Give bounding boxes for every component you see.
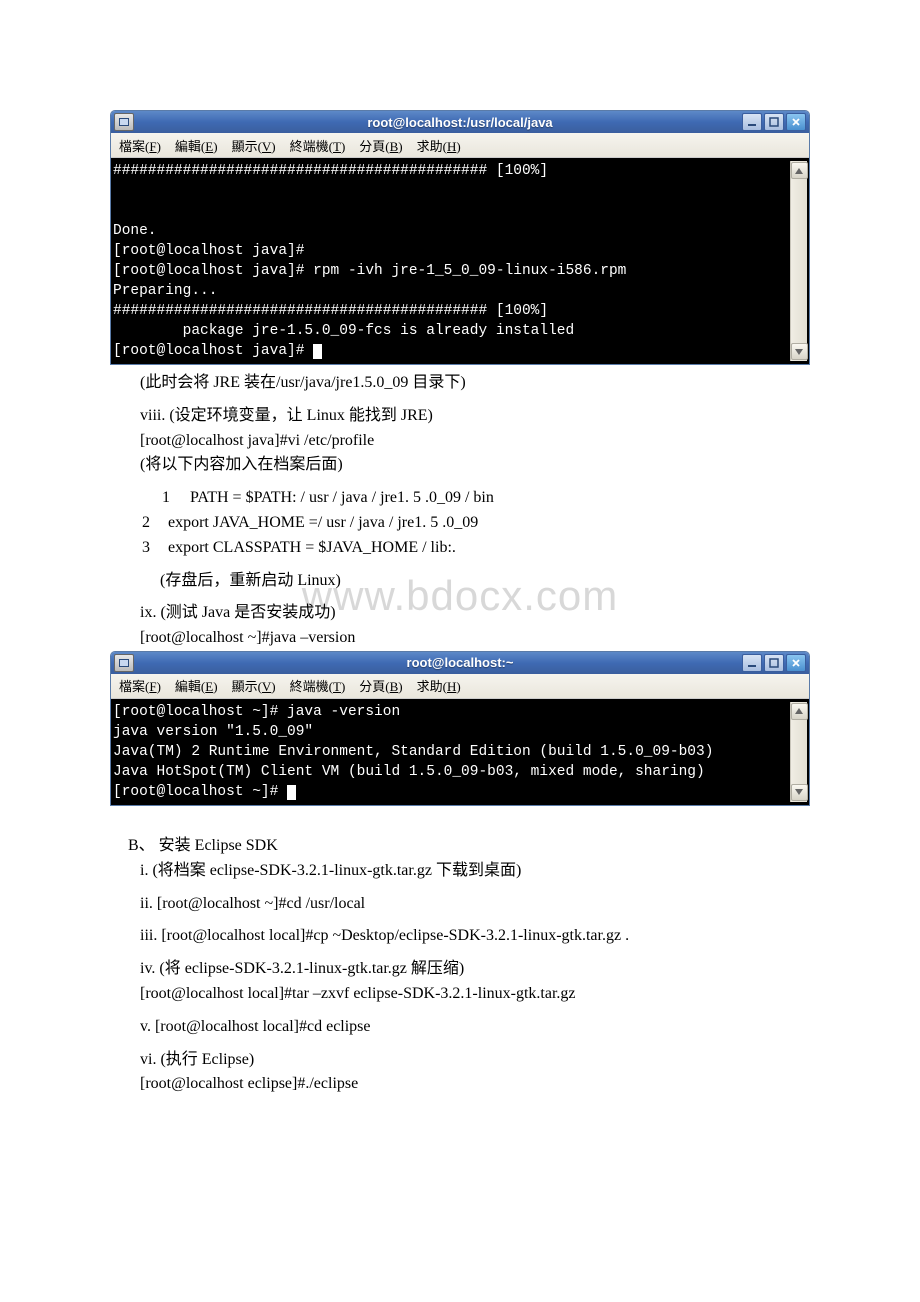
list-item: 3export CLASSPATH = $JAVA_HOME / lib:. (110, 536, 810, 561)
window-title: root@localhost:/usr/local/java (111, 115, 809, 130)
doc-line: [root@localhost ~]#java –version (140, 626, 810, 651)
menu-tabs[interactable]: 分頁(B) (359, 676, 402, 695)
scrollbar[interactable] (790, 161, 807, 361)
list-item: 1PATH = $PATH: / usr / java / jre1. 5 .0… (110, 486, 810, 511)
doc-line: [root@localhost java]#vi /etc/profile (140, 429, 810, 454)
doc-line: iii. [root@localhost local]#cp ~Desktop/… (140, 924, 810, 949)
minimize-button[interactable] (742, 654, 762, 672)
doc-line: ii. [root@localhost ~]#cd /usr/local (140, 892, 810, 917)
doc-line: [root@localhost eclipse]#./eclipse (140, 1072, 810, 1097)
menu-bar: 檔案(F) 編輯(E) 顯示(V) 終端機(T) 分頁(B) 求助(H) (111, 674, 809, 699)
maximize-button[interactable] (764, 113, 784, 131)
cursor (313, 344, 322, 359)
window-title: root@localhost:~ (111, 655, 809, 670)
scroll-down-icon[interactable] (791, 343, 808, 360)
doc-line: vi. (执行 Eclipse) (140, 1048, 810, 1073)
section-heading: B、 安装 Eclipse SDK (128, 834, 810, 859)
list-item: 2export JAVA_HOME =/ usr / java / jre1. … (110, 511, 810, 536)
menu-help[interactable]: 求助(H) (417, 676, 461, 695)
doc-line: (存盘后，重新启动 Linux) (160, 569, 810, 594)
window-icon (114, 113, 134, 131)
close-button[interactable] (786, 654, 806, 672)
menu-edit[interactable]: 編輯(E) (175, 136, 218, 155)
menu-edit[interactable]: 編輯(E) (175, 676, 218, 695)
title-bar[interactable]: root@localhost:~ (111, 652, 809, 674)
window-icon (114, 654, 134, 672)
menu-help[interactable]: 求助(H) (417, 136, 461, 155)
terminal-output[interactable]: ########################################… (111, 158, 809, 364)
scroll-up-icon[interactable] (791, 162, 808, 179)
menu-view[interactable]: 顯示(V) (232, 136, 276, 155)
terminal-window-2: root@localhost:~ 檔案(F) 編輯(E) 顯示(V) 終端機(T… (110, 651, 810, 806)
scroll-down-icon[interactable] (791, 784, 808, 801)
doc-line: ix. (测试 Java 是否安装成功) (140, 601, 810, 626)
doc-line: iv. (将 eclipse-SDK-3.2.1-linux-gtk.tar.g… (140, 957, 810, 982)
menu-file[interactable]: 檔案(F) (119, 136, 161, 155)
menu-file[interactable]: 檔案(F) (119, 676, 161, 695)
doc-line: viii. (设定环境变量，让 Linux 能找到 JRE) (140, 404, 810, 429)
doc-line: v. [root@localhost local]#cd eclipse (140, 1015, 810, 1040)
doc-line: i. (将档案 eclipse-SDK-3.2.1-linux-gtk.tar.… (140, 859, 810, 884)
terminal-window-1: root@localhost:/usr/local/java 檔案(F) 編輯(… (110, 110, 810, 365)
menu-terminal[interactable]: 終端機(T) (290, 676, 346, 695)
menu-bar: 檔案(F) 編輯(E) 顯示(V) 終端機(T) 分頁(B) 求助(H) (111, 133, 809, 158)
minimize-button[interactable] (742, 113, 762, 131)
title-bar[interactable]: root@localhost:/usr/local/java (111, 111, 809, 133)
cursor (287, 785, 296, 800)
close-button[interactable] (786, 113, 806, 131)
doc-line: (此时会将 JRE 装在/usr/java/jre1.5.0_09 目录下) (140, 371, 810, 396)
menu-tabs[interactable]: 分頁(B) (359, 136, 402, 155)
doc-line: [root@localhost local]#tar –zxvf eclipse… (140, 982, 810, 1007)
scrollbar[interactable] (790, 702, 807, 802)
scroll-up-icon[interactable] (791, 703, 808, 720)
terminal-output[interactable]: [root@localhost ~]# java -version java v… (111, 699, 809, 805)
menu-view[interactable]: 顯示(V) (232, 676, 276, 695)
doc-line: (将以下内容加入在档案后面) (140, 453, 810, 478)
menu-terminal[interactable]: 終端機(T) (290, 136, 346, 155)
maximize-button[interactable] (764, 654, 784, 672)
